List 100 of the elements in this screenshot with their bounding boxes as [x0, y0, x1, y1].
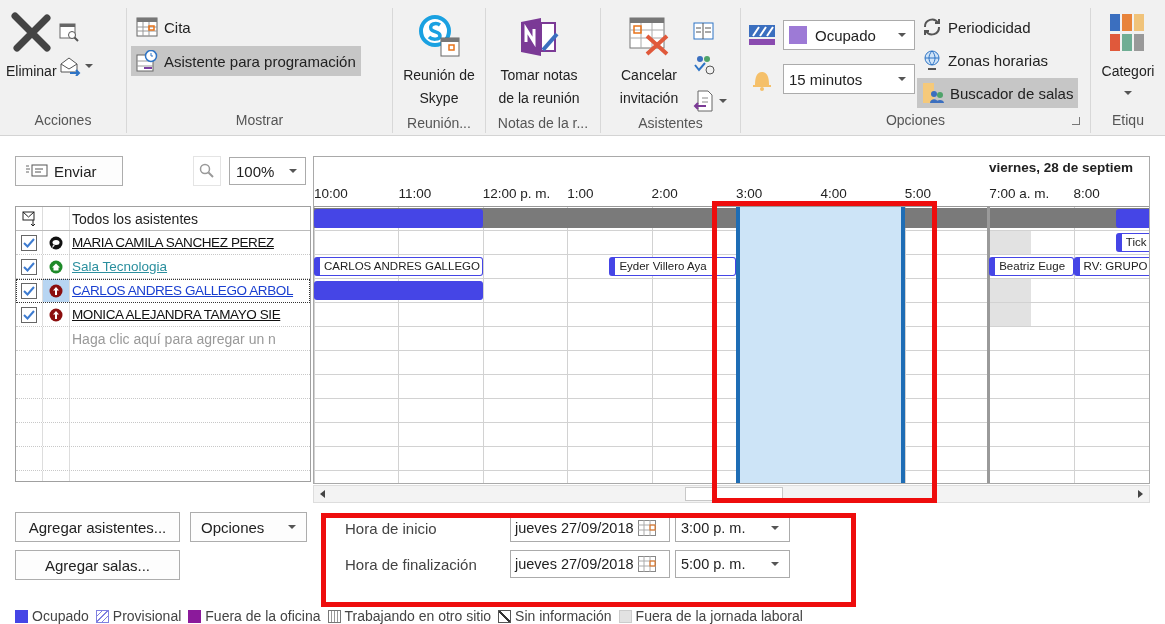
skype-calendar-icon [417, 14, 461, 58]
attendee-name[interactable]: Sala Tecnologia [72, 259, 168, 274]
out-of-office-swatch-icon [188, 609, 202, 623]
hour-label: 10:00 [314, 186, 348, 201]
dialog-launcher-icon[interactable] [1072, 117, 1080, 125]
status-swatch-icon [789, 26, 807, 44]
hour-label: 1:00 [567, 186, 594, 201]
legend-label: Ocupado [32, 608, 89, 624]
off-hours-block [989, 303, 1032, 326]
required-attendee-icon [49, 307, 63, 322]
column-header: Todos los asistentes [72, 210, 199, 227]
attendee-row[interactable]: MARIA CAMILA SANCHEZ PEREZ [16, 231, 310, 255]
calendar-search-icon[interactable] [58, 22, 79, 42]
cancel-invitation-button[interactable]: Cancelar invitación [605, 12, 693, 112]
group-label: Reunión... [406, 114, 472, 133]
legend-label: Sin información [515, 608, 612, 624]
legend-label: Provisional [112, 608, 182, 624]
horizontal-scrollbar[interactable] [313, 485, 1150, 503]
meeting-block[interactable]: CARLOS ANDRES GALLEGO [314, 257, 483, 276]
legend-label: Trabajando en otro sitio [344, 608, 492, 624]
hour-label: 7:00 a. m. [989, 186, 1050, 201]
hour-label: 11:00 [398, 186, 432, 201]
field-label: Hora de finalización [345, 555, 478, 573]
attendee-row[interactable]: Sala Tecnologia [16, 255, 310, 279]
off-hours-block [989, 231, 1032, 254]
show-as-dropdown[interactable]: Ocupado [783, 20, 915, 50]
send-button[interactable]: Enviar [15, 156, 123, 186]
group-label: Opciones [741, 109, 1090, 133]
selected-time-range[interactable] [736, 207, 905, 483]
door-people-icon [922, 82, 944, 104]
recurrence-icon [922, 17, 942, 37]
calendar-cross-icon [627, 14, 671, 58]
meeting-block[interactable]: Eyder Villero Aya [609, 257, 736, 276]
skype-meeting-button[interactable]: Reunión de Skype [401, 12, 477, 112]
date-header: viernes, 28 de septiem [989, 160, 1134, 175]
calendar-clock-icon [136, 50, 158, 72]
elsewhere-swatch-icon [327, 609, 341, 623]
organizer-icon [49, 235, 63, 250]
add-attendees-button[interactable]: Agregar asistentes... [15, 512, 180, 542]
time-dropdown[interactable]: 5:00 p. m. [675, 550, 790, 578]
hour-label: 5:00 [904, 186, 932, 201]
group-label: Mostrar [234, 111, 285, 130]
caret-icon [288, 525, 296, 529]
legend-label: Fuera de la jornada laboral [635, 608, 803, 624]
meeting-block[interactable]: Tick [1115, 233, 1149, 252]
checkbox[interactable] [21, 234, 37, 251]
room-icon [49, 259, 63, 274]
status-bar-icon [749, 23, 775, 47]
meeting-notes-button[interactable]: Tomar notas de la reunión [490, 12, 588, 112]
group-label: Acciones [33, 111, 93, 130]
calendar-icon [136, 17, 158, 37]
categorize-button[interactable]: Categori [1095, 12, 1161, 97]
scroll-right-icon[interactable] [1131, 486, 1149, 502]
attendee-row[interactable]: MONICA ALEJANDRA TAMAYO SIE [16, 303, 310, 327]
delete-button[interactable]: Eliminar [4, 8, 59, 85]
checkbox[interactable] [21, 258, 37, 275]
options-button[interactable]: Opciones [190, 512, 307, 542]
group-label: Etiqu [1111, 111, 1145, 130]
hour-label: 12:00 p. m. [482, 186, 551, 201]
group-label: Asistentes [637, 114, 704, 133]
calendar-icon[interactable] [637, 520, 656, 536]
hour-label: 3:00 [736, 186, 763, 201]
attendee-name[interactable]: MARIA CAMILA SANCHEZ PEREZ [72, 235, 274, 250]
reminder-dropdown[interactable]: 15 minutos [783, 64, 915, 94]
color-grid-icon [1110, 14, 1146, 52]
field-label: Hora de inicio [345, 519, 438, 537]
attendee-name[interactable]: MONICA ALEJANDRA TAMAYO SIE [72, 307, 281, 322]
attendee-row[interactable]: CARLOS ANDRES GALLEGO ARBOL [16, 279, 310, 303]
globe-icon [922, 50, 942, 70]
tentative-swatch-icon [95, 609, 109, 623]
calendar-icon[interactable] [637, 556, 656, 572]
zoom-icon[interactable] [193, 156, 221, 186]
hour-label: 2:00 [651, 186, 678, 201]
ribbon-button[interactable]: Asistente para programación [131, 46, 361, 76]
ribbon-button[interactable]: Buscador de salas [917, 78, 1079, 108]
ribbon-button[interactable]: Cita [131, 12, 196, 42]
group-label: Notas de la r... [496, 114, 590, 133]
meeting-block[interactable]: Beatriz Euge [989, 257, 1074, 276]
busy-swatch-icon [15, 609, 28, 623]
envelope-lines-icon [26, 164, 48, 178]
envelope-arrow-icon[interactable] [58, 56, 81, 76]
ribbon-button[interactable]: Zonas horarias [917, 45, 1079, 75]
hour-label: 8:00 [1073, 186, 1100, 201]
date-field[interactable]: jueves 27/09/2018 [510, 550, 670, 578]
required-attendee-icon [49, 283, 63, 298]
document-arrow-icon[interactable] [693, 90, 715, 112]
zoom-dropdown[interactable]: 100% [229, 157, 306, 185]
attendee-name[interactable]: CARLOS ANDRES GALLEGO ARBOL [72, 283, 294, 298]
checkbox[interactable] [21, 282, 37, 299]
add-rooms-button[interactable]: Agregar salas... [15, 550, 180, 580]
hour-label: 4:00 [820, 186, 847, 201]
legend-label: Fuera de la oficina [205, 608, 321, 624]
ribbon-button[interactable]: Periodicidad [917, 12, 1079, 42]
scroll-left-icon[interactable] [314, 486, 332, 502]
caret-icon[interactable] [719, 99, 727, 103]
checkbox[interactable] [21, 306, 37, 323]
address-book-icon[interactable] [693, 22, 715, 40]
meeting-block[interactable]: RV: GRUPO [1073, 257, 1149, 276]
caret-icon[interactable] [84, 64, 93, 68]
people-check-icon[interactable] [693, 54, 715, 76]
